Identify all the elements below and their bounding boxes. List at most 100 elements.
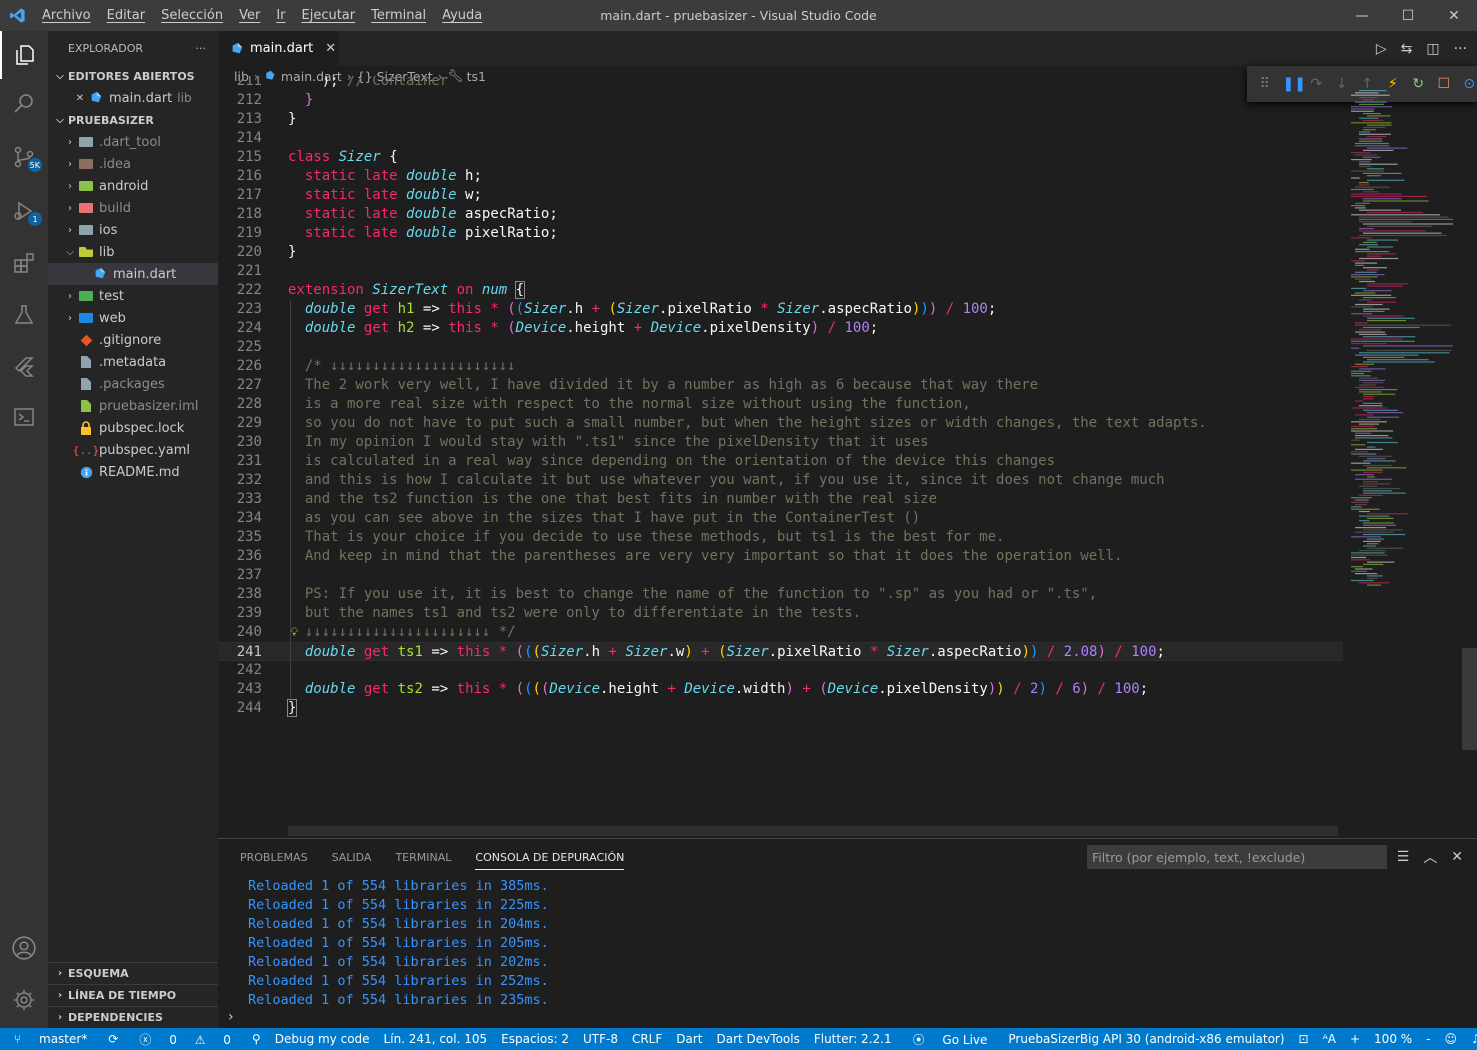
close-window-button[interactable]: ✕ [1431,0,1477,31]
branch-indicator[interactable]: ⑂ master* [0,1032,101,1046]
code-line[interactable]: 229 so you do not have to put such a sma… [218,414,1343,433]
tree-item-test[interactable]: › test [48,285,218,307]
problems-indicator[interactable]: ⓧ 0 ⚠ 0 [125,1031,245,1048]
tab-close-icon[interactable]: ✕ [325,41,336,56]
code-line[interactable]: 216 static late double h; [218,167,1343,186]
step-over-icon[interactable]: ↷ [1309,76,1325,92]
console-prompt[interactable]: › [228,1009,234,1025]
dart-devtools[interactable]: Dart DevTools [710,1032,807,1046]
tree-item-android[interactable]: › android [48,175,218,197]
run-icon[interactable]: ▷ [1376,41,1387,57]
sync-icon[interactable]: ⟳ [101,1032,125,1046]
code-line[interactable]: 242 [218,661,1343,680]
flutter-version[interactable]: Flutter: 2.2.1 [807,1032,899,1046]
tree-item-idea[interactable]: › .idea [48,153,218,175]
code-line[interactable]: 243 double get ts2 => this * ((((Device.… [218,680,1343,699]
code-line[interactable]: 222 extension SizerText on num { [218,281,1343,300]
device-selector[interactable]: PruebaSizerBig API 30 (android-x86 emula… [1001,1032,1291,1046]
zoom-out-button[interactable]: - [1419,1032,1437,1046]
more-actions-button[interactable]: ··· [196,42,207,55]
zoom-in-button[interactable]: + [1343,1032,1367,1046]
tree-item-ios[interactable]: › ios [48,219,218,241]
clear-console-icon[interactable]: ☰ [1397,849,1410,865]
close-icon[interactable]: ✕ [72,93,88,104]
code-line[interactable]: 241 double get ts1 => this * (((Sizer.h … [218,642,1343,661]
feedback-icon[interactable]: ☺ [1438,1032,1465,1046]
code-line[interactable]: 228 is a more real size with respect to … [218,395,1343,414]
code-line[interactable]: 232 and this is how I calculate it but u… [218,471,1343,490]
tree-item-gitignore[interactable]: .gitignore [48,329,218,351]
source-control-icon[interactable]: 5K [0,133,48,181]
menu-terminal[interactable]: Terminal [363,0,434,31]
notifications-bell-icon[interactable]: ♫ [1464,1032,1477,1046]
flutter-icon[interactable] [0,343,48,391]
language-mode[interactable]: Dart [669,1032,709,1046]
open-editors-section[interactable]: ⌵ EDITORES ABIERTOS [48,65,218,87]
search-icon[interactable] [0,79,48,127]
code-line[interactable]: 240 ↓↓↓↓↓↓↓↓↓↓↓↓↓↓↓↓↓↓↓↓↓↓ */ 💡︎ [218,623,1343,642]
code-line[interactable]: 239 but the names ts1 and ts2 were only … [218,604,1343,623]
code-line[interactable]: 211 ); // Container [218,76,1343,91]
code-line[interactable]: 215 class Sizer { [218,148,1343,167]
account-icon[interactable] [0,924,48,972]
code-line[interactable]: 226 /* ↓↓↓↓↓↓↓↓↓↓↓↓↓↓↓↓↓↓↓↓↓↓ [218,357,1343,376]
cursor-position[interactable]: Lín. 241, col. 105 [377,1032,495,1046]
code-line[interactable]: 235 That is your choice if you decide to… [218,528,1343,547]
drag-handle-icon[interactable]: ⠿ [1257,76,1273,92]
tree-item-metadata[interactable]: .metadata [48,351,218,373]
zoom-level[interactable]: 100 % [1367,1032,1419,1046]
tree-item-pubspec-yaml[interactable]: {..} pubspec.yaml [48,439,218,461]
menu-ir[interactable]: Ir [268,0,293,31]
open-editor-main-dart[interactable]: ✕ main.dart lib [48,87,218,109]
go-live[interactable]: ⦿ Go Live [899,1031,1002,1048]
testing-flask-icon[interactable] [0,291,48,339]
tab-main-dart[interactable]: main.dart ✕ [218,31,338,66]
tree-item-main-dart[interactable]: main.dart [48,263,218,285]
code-line[interactable]: 213} [218,110,1343,129]
code-line[interactable]: 230 In my opinion I would stay with ".ts… [218,433,1343,452]
code-line[interactable]: 233 and the ts2 function is the one that… [218,490,1343,509]
vertical-scrollbar[interactable] [1462,648,1477,750]
debug-launch-icon[interactable]: ⚲ [245,1032,268,1046]
dependencies-section[interactable]: › DEPENDENCIES [48,1006,218,1028]
project-section[interactable]: ⌵ PRUEBASIZER [48,109,218,131]
terminal-icon[interactable]: ⊡ [1292,1032,1316,1046]
outline-section[interactable]: › ESQUEMA [48,962,218,984]
menu-seleccion[interactable]: Selección [153,0,231,31]
tree-item-pubspec-lock[interactable]: pubspec.lock [48,417,218,439]
menu-archivo[interactable]: Archivo [34,0,99,31]
tree-item-build[interactable]: › build [48,197,218,219]
tree-item-lib[interactable]: ⌵ lib [48,241,218,263]
minimize-button[interactable]: — [1339,0,1385,31]
tab-output[interactable]: SALIDA [332,851,372,864]
menu-ver[interactable]: Ver [231,0,268,31]
debug-console-filter-input[interactable]: Filtro (por ejemplo, text, !exclude) [1087,845,1387,869]
more-icon[interactable]: ··· [1454,41,1467,57]
minimap[interactable] [1343,86,1463,826]
code-line[interactable]: 217 static late double w; [218,186,1343,205]
run-debug-icon[interactable]: 1 [0,187,48,235]
tab-debug-console[interactable]: CONSOLA DE DEPURACIÓN [475,845,625,870]
tree-item-readme-md[interactable]: README.md [48,461,218,483]
code-line[interactable]: 234 as you can see above in the sizes th… [218,509,1343,528]
close-panel-icon[interactable]: ✕ [1451,849,1463,865]
menu-editar[interactable]: Editar [99,0,154,31]
tree-item-packages[interactable]: .packages [48,373,218,395]
code-line[interactable]: 221 [218,262,1343,281]
tree-item-web[interactable]: › web [48,307,218,329]
compare-changes-icon[interactable]: ⇆ [1401,41,1413,57]
code-line[interactable]: 244} [218,699,1343,718]
code-line[interactable]: 218 static late double aspecRatio; [218,205,1343,224]
code-line[interactable]: 212 } [218,91,1343,110]
code-editor[interactable]: 211 ); // Container 212 } 213} 214 215 class … [218,76,1343,826]
code-line[interactable]: 238 PS: If you use it, it is best to cha… [218,585,1343,604]
timeline-section[interactable]: › LÍNEA DE TIEMPO [48,984,218,1006]
code-line[interactable]: 236 And keep in mind that the parenthese… [218,547,1343,566]
menu-ayuda[interactable]: Ayuda [434,0,490,31]
tree-item-dart-tool[interactable]: › .dart_tool [48,131,218,153]
code-line[interactable]: 220} [218,243,1343,262]
font-size-indicator[interactable]: ᴬA [1316,1032,1343,1046]
code-line[interactable]: 223 double get h1 => this * ((Sizer.h + … [218,300,1343,319]
code-line[interactable]: 237 [218,566,1343,585]
code-line[interactable]: 231 is calculated in a real way since de… [218,452,1343,471]
